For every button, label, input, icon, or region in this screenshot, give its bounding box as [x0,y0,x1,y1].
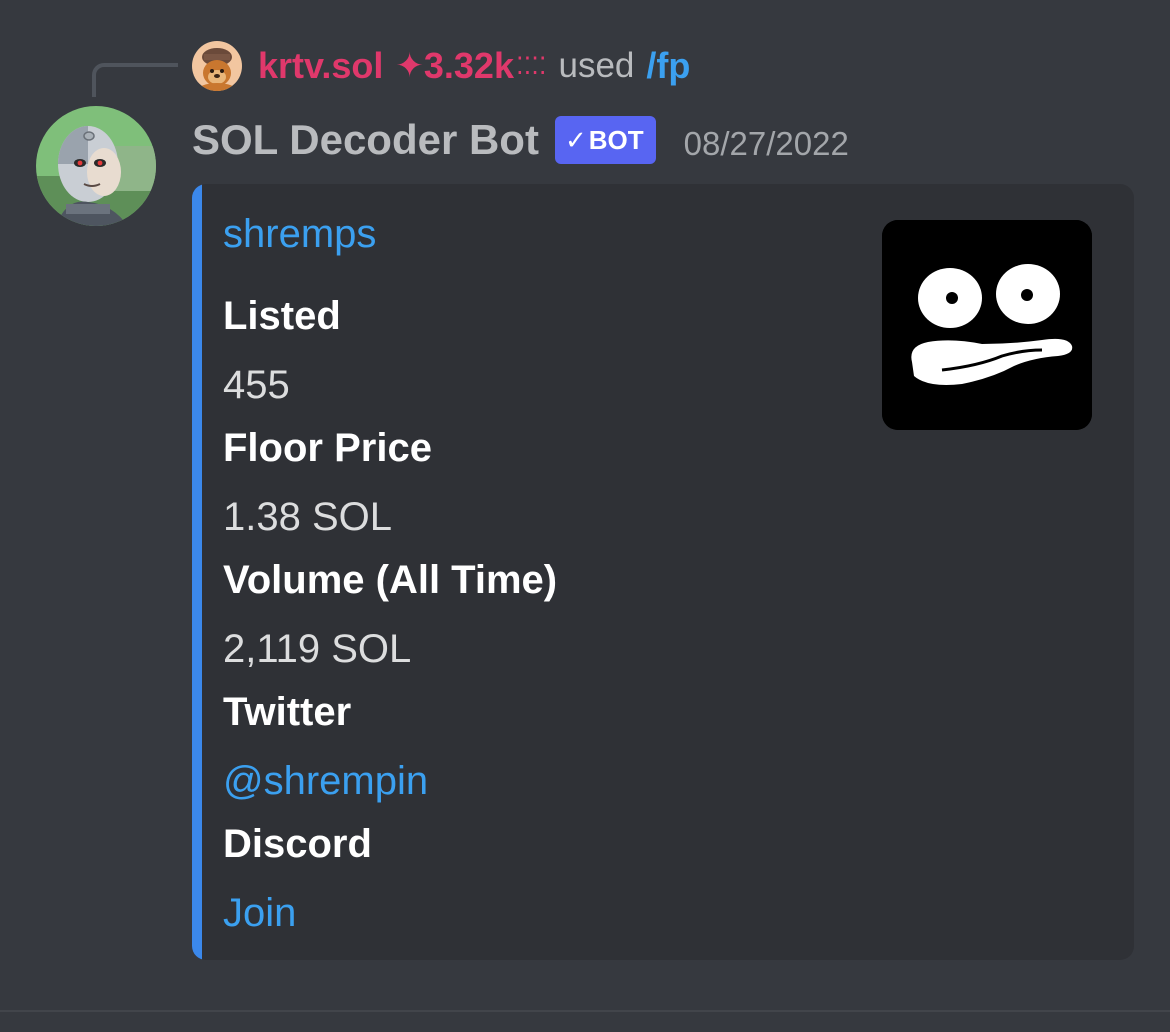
field-name: Twitter [223,690,352,734]
cartoon-face-icon [882,220,1092,430]
bot-badge-label: BOT [588,124,644,155]
embed-field-twitter: Twitter @shrempin [223,684,557,816]
field-value: 1.38 SOL [223,495,393,539]
embed-field-listed: Listed 455 [223,288,557,420]
field-name: Floor Price [223,426,432,470]
embed-field-discord: Discord Join [223,816,557,948]
bot-avatar[interactable] [36,106,156,226]
author-name[interactable]: SOL Decoder Bot [192,116,539,164]
chat-screen: krtv.sol ✦ 3.32k ⁚⁚⁚⁚ used /fp SOL Decod… [0,0,1170,1032]
message-timestamp[interactable]: 08/27/2022 [684,117,849,163]
field-value: 455 [223,363,290,407]
embed-accent-bar [192,184,202,960]
reply-reference[interactable]: krtv.sol ✦ 3.32k ⁚⁚⁚⁚ used /fp [192,40,690,92]
reply-connector [92,63,178,97]
bot-badge: ✓ BOT [554,116,656,164]
reply-user-avatar[interactable] [192,41,242,91]
dots-decoration: ⁚⁚⁚⁚ [515,52,547,80]
embed-card: shremps Listed 455 Floor Price 1.38 SOL … [192,184,1134,960]
twitter-link[interactable]: @shrempin [223,750,557,816]
embed-title[interactable]: shremps [223,212,376,257]
discord-join-link[interactable]: Join [223,882,557,948]
reply-xp-badge: 3.32k [423,45,514,86]
embed-field-volume: Volume (All Time) 2,119 SOL [223,552,557,684]
field-name: Discord [223,822,372,866]
field-name: Volume (All Time) [223,558,558,602]
reply-used-label: used [558,46,635,85]
checkmark-icon: ✓ [564,124,587,155]
embed-thumbnail[interactable] [882,220,1092,430]
bottom-divider [0,1010,1170,1012]
reply-command[interactable]: /fp [646,45,690,87]
message-header: SOL Decoder Bot ✓ BOT 08/27/2022 [192,110,849,170]
sparkle-icon: ✦ [395,47,424,85]
reply-username[interactable]: krtv.sol [258,45,383,87]
field-name: Listed [223,294,341,338]
embed-field-floor-price: Floor Price 1.38 SOL [223,420,557,552]
embed-fields: Listed 455 Floor Price 1.38 SOL Volume (… [223,288,557,948]
field-value: 2,119 SOL [223,627,412,671]
